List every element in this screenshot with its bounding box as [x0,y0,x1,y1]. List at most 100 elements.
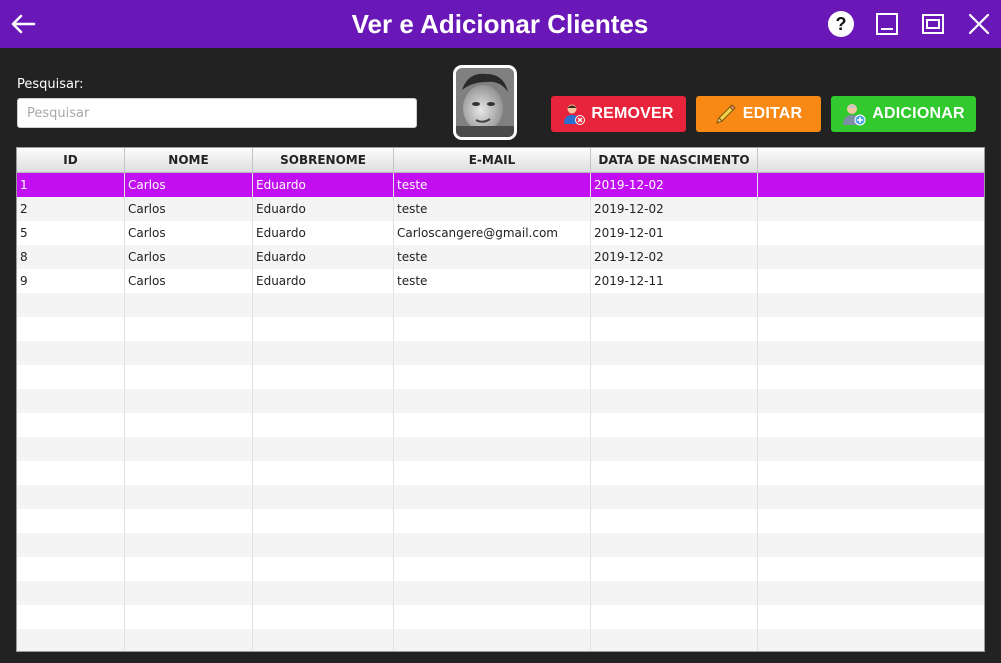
search-input[interactable] [17,98,417,128]
empty-cell [758,245,984,269]
empty-table-row [17,317,984,341]
empty-cell [125,509,253,533]
empty-cell [758,389,984,413]
empty-cell [253,533,394,557]
empty-table-row [17,365,984,389]
empty-cell [125,317,253,341]
empty-cell [125,413,253,437]
empty-table-row [17,341,984,365]
add-button-label: ADICIONAR [872,105,965,122]
empty-cell [253,509,394,533]
empty-table-row [17,509,984,533]
add-user-icon [843,104,866,126]
table-row[interactable]: 2 Carlos Eduardo teste 2019-12-02 [17,197,984,221]
empty-cell [253,413,394,437]
empty-table-row [17,389,984,413]
column-header-id[interactable]: ID [17,148,125,172]
empty-cell [17,341,125,365]
empty-cell [125,485,253,509]
table-header: ID NOME SOBRENOME E-MAIL DATA DE NASCIME… [17,148,984,173]
empty-cell [394,629,591,651]
table-cell: teste [394,269,591,293]
empty-cell [394,557,591,581]
table-cell: Carlos [125,173,253,197]
column-header-nome[interactable]: NOME [125,148,253,172]
empty-cell [253,293,394,317]
empty-cell [758,317,984,341]
minimize-button[interactable] [873,10,901,38]
table-cell: Carlos [125,221,253,245]
empty-cell [758,437,984,461]
title-bar: Ver e Adicionar Clientes ? [0,0,1001,48]
empty-cell [394,341,591,365]
empty-cell [758,461,984,485]
empty-cell [253,461,394,485]
maximize-button[interactable] [919,10,947,38]
column-header-email[interactable]: E-MAIL [394,148,591,172]
empty-cell [591,413,758,437]
empty-cell [125,437,253,461]
table-cell: Eduardo [253,269,394,293]
empty-cell [253,629,394,651]
empty-cell [17,485,125,509]
empty-cell [125,581,253,605]
empty-cell [253,605,394,629]
empty-cell [125,533,253,557]
table-row[interactable]: 8 Carlos Eduardo teste 2019-12-02 [17,245,984,269]
empty-table-row [17,461,984,485]
table-cell: Carlos [125,197,253,221]
table-cell: 9 [17,269,125,293]
add-button[interactable]: ADICIONAR [831,96,976,132]
remove-button[interactable]: REMOVER [551,96,686,132]
close-icon [968,13,990,35]
empty-table-row [17,629,984,651]
table-cell: 5 [17,221,125,245]
empty-cell [758,293,984,317]
table-row[interactable]: 9 Carlos Eduardo teste 2019-12-11 [17,269,984,293]
empty-cell [394,605,591,629]
empty-cell [253,581,394,605]
table-row[interactable]: 5 Carlos Eduardo Carloscangere@gmail.com 201… [17,221,984,245]
empty-cell [758,581,984,605]
table-cell: 8 [17,245,125,269]
remove-button-label: REMOVER [591,105,674,122]
empty-cell [758,221,984,245]
empty-table-row [17,557,984,581]
empty-cell [394,413,591,437]
back-button[interactable] [8,8,38,40]
empty-cell [253,557,394,581]
empty-cell [17,629,125,651]
empty-cell [758,557,984,581]
empty-table-row [17,437,984,461]
table-cell: teste [394,245,591,269]
empty-cell [125,557,253,581]
empty-cell [125,629,253,651]
empty-cell [394,389,591,413]
empty-cell [125,461,253,485]
empty-cell [591,317,758,341]
column-header-data-nascimento[interactable]: DATA DE NASCIMENTO [591,148,758,172]
empty-cell [253,437,394,461]
empty-cell [394,437,591,461]
empty-cell [17,293,125,317]
edit-button[interactable]: EDITAR [696,96,821,132]
help-button[interactable]: ? [827,10,855,38]
empty-cell [394,317,591,341]
empty-cell [394,509,591,533]
svg-text:?: ? [836,14,847,34]
empty-table-row [17,485,984,509]
empty-cell [591,461,758,485]
empty-cell [758,365,984,389]
avatar [453,65,517,140]
empty-table-row [17,293,984,317]
column-header-sobrenome[interactable]: SOBRENOME [253,148,394,172]
table-cell: 2019-12-01 [591,221,758,245]
empty-cell [758,629,984,651]
table-cell: Eduardo [253,221,394,245]
table-row[interactable]: 1 Carlos Eduardo teste 2019-12-02 [17,173,984,197]
empty-cell [758,197,984,221]
empty-cell [758,341,984,365]
empty-cell [125,293,253,317]
table-cell: Carlos [125,269,253,293]
close-button[interactable] [965,10,993,38]
